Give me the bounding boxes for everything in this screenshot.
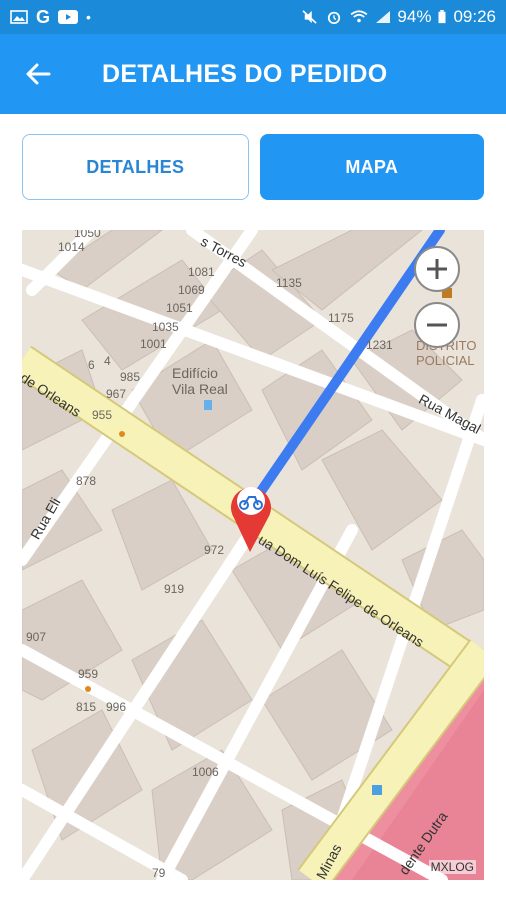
house-number: 1014	[58, 240, 85, 254]
plus-icon	[427, 259, 447, 279]
battery-icon	[438, 10, 446, 24]
battery-percent: 94%	[397, 7, 432, 26]
zoom-out-button[interactable]	[414, 302, 460, 348]
house-number: 1050	[74, 230, 101, 240]
house-number: 1135	[276, 276, 302, 290]
youtube-icon	[58, 10, 79, 24]
house-number: 6	[88, 358, 95, 372]
house-number: 1035	[152, 320, 179, 334]
poi-line: POLICIAL	[416, 353, 475, 368]
minus-icon	[427, 323, 447, 327]
arrow-left-icon	[26, 63, 51, 85]
tab-mapa[interactable]: MAPA	[259, 134, 484, 200]
signal-icon	[376, 11, 391, 23]
house-number: 996	[106, 700, 127, 714]
poi-edificio: Edifício Vila Real	[172, 365, 228, 397]
house-number: 972	[204, 543, 225, 557]
house-number: 1231	[366, 338, 393, 352]
gallery-icon	[10, 10, 28, 24]
poi-line: Edifício	[172, 365, 218, 381]
status-bar: G • 94% 09:26	[0, 0, 506, 34]
house-number: 907	[26, 630, 47, 644]
house-number: 4	[104, 354, 111, 368]
map-view[interactable]: 1050 1014 1081 1069 1051 1035 1001 1135 …	[22, 230, 484, 880]
house-number: 1051	[166, 301, 193, 315]
alarm-icon	[328, 11, 341, 24]
google-icon: G	[36, 6, 51, 27]
back-button[interactable]	[0, 34, 76, 114]
house-number: 815	[76, 700, 97, 714]
house-number: 1006	[192, 765, 219, 779]
house-number: 1081	[188, 265, 215, 279]
wifi-icon	[351, 10, 368, 23]
house-number: 79	[152, 866, 166, 880]
house-number: 967	[106, 387, 127, 401]
house-number: 1175	[328, 311, 354, 325]
clock: 09:26	[453, 7, 496, 26]
house-number: 878	[76, 474, 97, 488]
dot-icon: •	[86, 9, 91, 25]
house-number: 959	[78, 667, 99, 681]
house-number: 1001	[140, 337, 167, 351]
zoom-in-button[interactable]	[414, 246, 460, 292]
map-attribution: MXLOG	[428, 860, 476, 874]
poi-line: Vila Real	[172, 381, 228, 397]
house-number: 1069	[178, 283, 205, 297]
status-right: 94% 09:26	[301, 7, 496, 27]
status-left: G •	[10, 7, 91, 28]
house-number: 985	[120, 370, 141, 384]
app-bar: DETALHES DO PEDIDO	[0, 34, 506, 114]
page-title: DETALHES DO PEDIDO	[102, 59, 388, 88]
mute-icon	[302, 10, 318, 24]
tab-detalhes[interactable]: DETALHES	[22, 134, 249, 200]
tab-bar: DETALHES MAPA	[22, 134, 484, 200]
house-number: 955	[92, 408, 113, 422]
house-number: 919	[164, 582, 185, 596]
